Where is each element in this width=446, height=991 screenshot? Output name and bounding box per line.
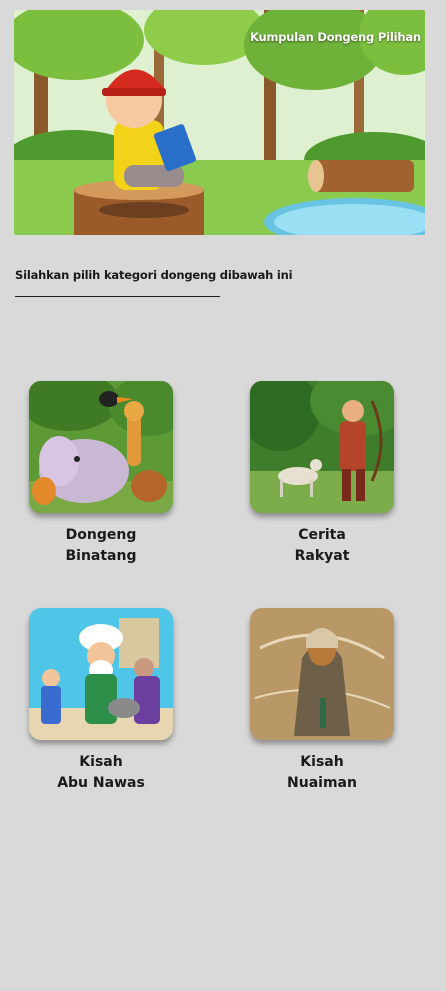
category-label-line1: Dongeng bbox=[65, 527, 137, 543]
category-card-cerita-rakyat[interactable]: Cerita Rakyat bbox=[250, 381, 394, 567]
category-label-line1: Kisah bbox=[300, 754, 344, 770]
category-prompt: Silahkan pilih kategori dongeng dibawah … bbox=[15, 268, 293, 282]
category-label: Kisah Nuaiman bbox=[250, 752, 394, 794]
category-thumbnail[interactable] bbox=[29, 381, 173, 513]
nuaiman-illustration bbox=[250, 608, 394, 740]
hero-banner: Kumpulan Dongeng Pilihan bbox=[14, 10, 425, 235]
category-label-line2: Abu Nawas bbox=[57, 775, 145, 791]
category-label-line1: Cerita bbox=[298, 527, 346, 543]
category-label-line1: Kisah bbox=[79, 754, 123, 770]
category-thumbnail[interactable] bbox=[29, 608, 173, 740]
abu-nawas-illustration bbox=[29, 608, 173, 740]
category-card-kisah-abu-nawas[interactable]: Kisah Abu Nawas bbox=[29, 608, 173, 794]
category-label-line2: Nuaiman bbox=[287, 775, 357, 791]
category-label-line2: Rakyat bbox=[294, 548, 350, 564]
category-thumbnail[interactable] bbox=[250, 608, 394, 740]
animals-illustration bbox=[29, 381, 173, 513]
category-card-dongeng-binatang[interactable]: Dongeng Binatang bbox=[29, 381, 173, 567]
category-card-kisah-nuaiman[interactable]: Kisah Nuaiman bbox=[250, 608, 394, 794]
category-thumbnail[interactable] bbox=[250, 381, 394, 513]
hero-title: Kumpulan Dongeng Pilihan bbox=[250, 30, 421, 44]
category-label-line2: Binatang bbox=[65, 548, 137, 564]
divider bbox=[15, 296, 220, 297]
folk-tale-illustration bbox=[250, 381, 394, 513]
category-label: Kisah Abu Nawas bbox=[29, 752, 173, 794]
category-label: Cerita Rakyat bbox=[250, 525, 394, 567]
category-label: Dongeng Binatang bbox=[29, 525, 173, 567]
